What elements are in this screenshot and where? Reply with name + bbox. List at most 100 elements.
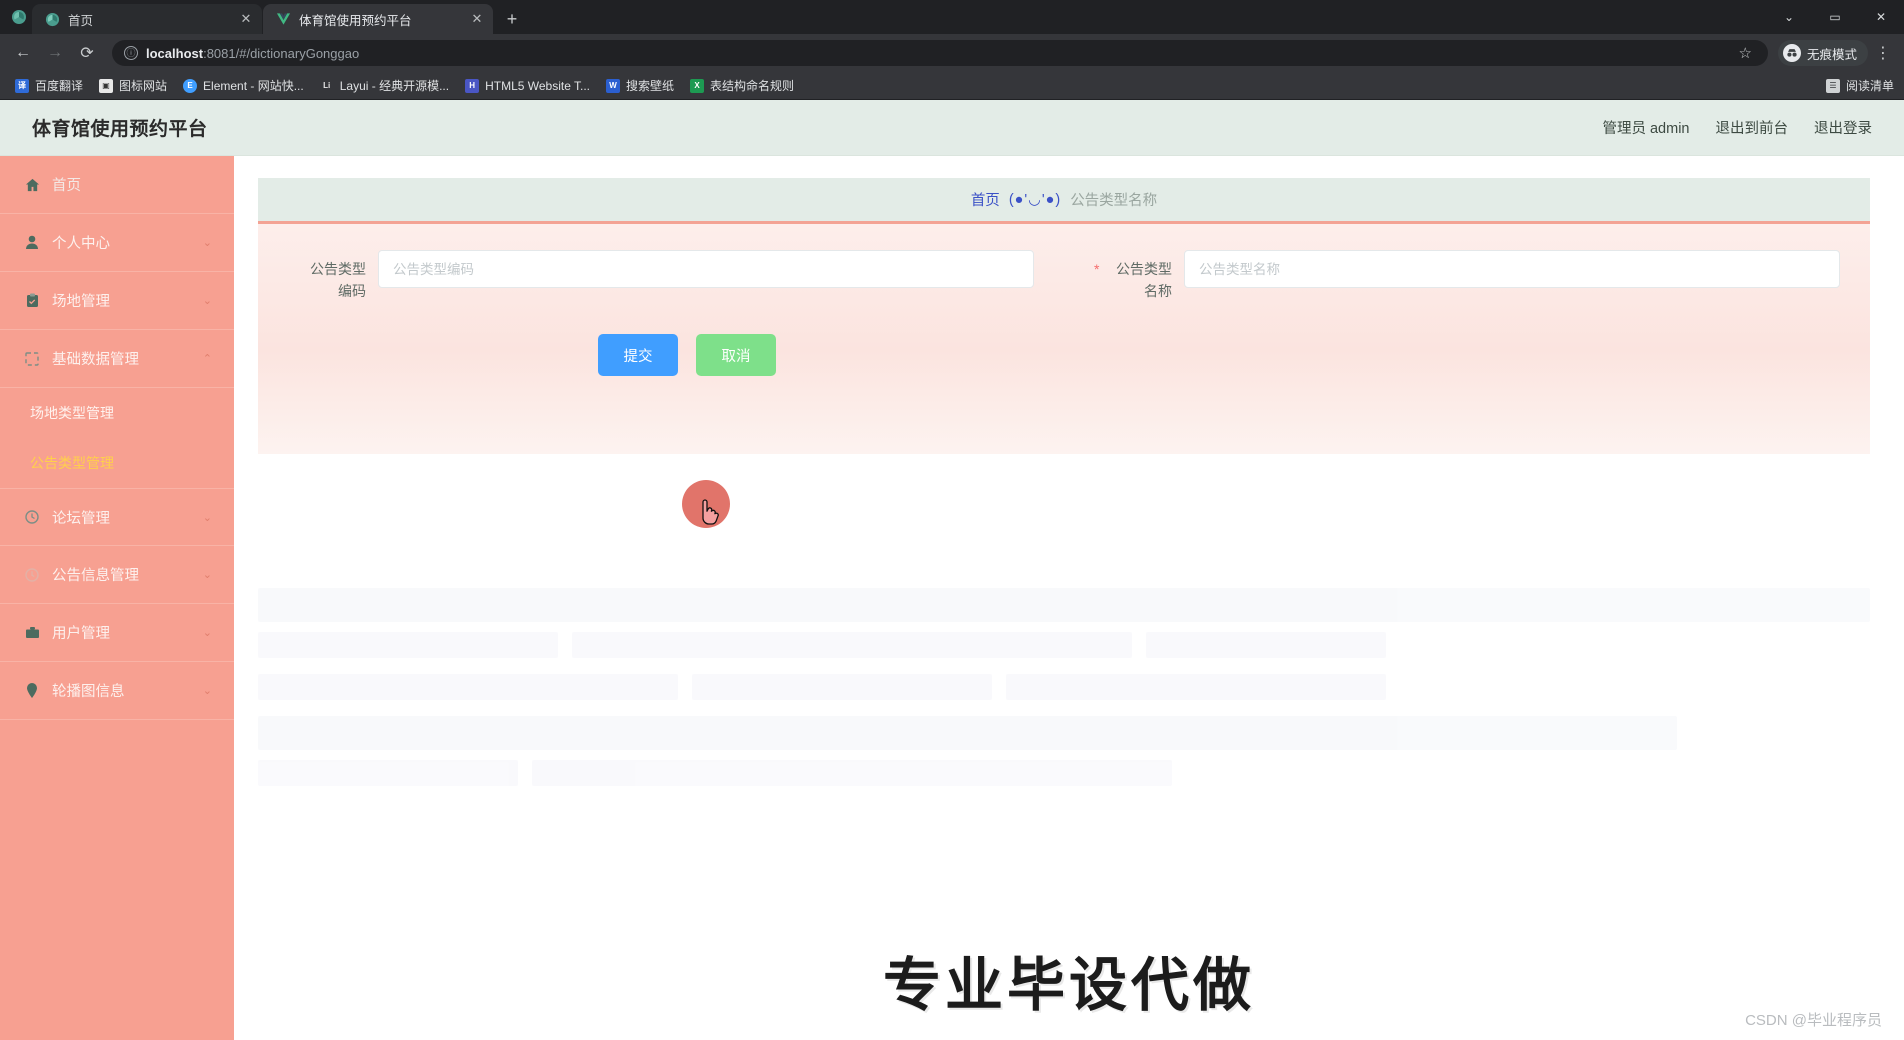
goto-frontend-link[interactable]: 退出到前台	[1716, 117, 1789, 138]
bookmark-label: 百度翻译	[35, 79, 84, 93]
sidebar-item-label: 轮播图信息	[52, 684, 125, 700]
browser-logo-icon	[6, 0, 32, 34]
bookmark-item[interactable]: W 搜索壁纸	[599, 74, 681, 97]
announcement-type-name-input[interactable]	[1184, 250, 1840, 288]
form-label-code-line1: 公告类型	[310, 261, 366, 277]
database-icon	[22, 351, 42, 366]
form-label-name-line2: 名称	[1144, 283, 1172, 299]
new-tab-button[interactable]: +	[498, 5, 526, 33]
form-label-name: * 公告类型 名称	[1092, 250, 1184, 302]
bookmark-favicon-icon: 译	[15, 78, 29, 93]
sidebar-item-carousel-info[interactable]: 轮播图信息 ⌄	[0, 662, 234, 720]
ghost-content	[258, 588, 1870, 938]
breadcrumb: 首页 (●'◡'●) 公告类型名称	[258, 178, 1870, 224]
header-actions: 管理员 admin 退出到前台 退出登录	[1602, 117, 1872, 138]
sidebar-item-user-management[interactable]: 用户管理 ⌄	[0, 604, 234, 662]
form-label-name-line1: 公告类型	[1116, 261, 1172, 277]
browser-toolbar: ← → ⟳ ⓘ localhost:8081/#/dictionaryGongg…	[0, 34, 1904, 72]
watermark-text: 专业毕设代做	[882, 951, 1255, 1019]
browser-tab-0[interactable]: 首页 ✕	[32, 4, 262, 34]
browser-tab-1[interactable]: 体育馆使用预约平台 ✕	[263, 4, 493, 34]
sidebar-item-home[interactable]: 首页	[0, 156, 234, 214]
submit-button[interactable]: 提交	[598, 334, 678, 376]
bookmark-star-icon[interactable]: ☆	[1739, 44, 1752, 62]
reading-list-label: 阅读清单	[1845, 79, 1894, 93]
mouse-cursor-icon	[700, 499, 722, 530]
admin-user-label: 管理员 admin	[1602, 121, 1690, 137]
logout-link[interactable]: 退出登录	[1814, 117, 1872, 138]
sidebar-item-forum-management[interactable]: 论坛管理 ⌄	[0, 488, 234, 546]
bookmark-favicon-icon: Li	[323, 81, 331, 90]
forward-icon[interactable]: →	[40, 38, 70, 68]
chevron-down-icon: ⌄	[202, 511, 212, 524]
sidebar-subitem-venue-type-management[interactable]: 场地类型管理	[0, 388, 234, 438]
form-item-name: * 公告类型 名称	[1064, 250, 1870, 302]
sidebar-subitem-announcement-type-management[interactable]: 公告类型管理	[0, 438, 234, 488]
required-asterisk: *	[1094, 261, 1100, 277]
sidebar-item-announcement-info-management[interactable]: 公告信息管理 ⌄	[0, 546, 234, 604]
sidebar-item-label: 个人中心	[52, 236, 110, 252]
bookmark-favicon-icon: H	[465, 78, 480, 93]
bookmark-favicon-icon: ▣	[99, 78, 114, 93]
reading-list-button[interactable]: ☰ 阅读清单	[1825, 77, 1894, 94]
bookmark-label: HTML5 Website T...	[485, 78, 591, 93]
csdn-credit: CSDN @毕业程序员	[1745, 1012, 1882, 1029]
form-row: 公告类型 编码 * 公告类型 名称	[258, 250, 1870, 302]
address-bar[interactable]: ⓘ localhost:8081/#/dictionaryGonggao ☆	[112, 40, 1768, 66]
bookmark-label: 搜索壁纸	[626, 79, 675, 93]
app-header: 体育馆使用预约平台 管理员 admin 退出到前台 退出登录	[0, 100, 1904, 156]
chevron-down-icon: ⌄	[202, 627, 212, 639]
bookmark-item[interactable]: Li Layui - 经典开源模...	[313, 74, 456, 97]
back-icon[interactable]: ←	[8, 38, 38, 68]
window-controls: ⌄ ▭ ✕	[1766, 0, 1904, 34]
form-label-code-line2: 编码	[338, 283, 366, 299]
chevron-up-icon: ⌃	[202, 353, 212, 365]
form-input-wrap	[378, 250, 1034, 288]
announcement-type-code-input[interactable]	[378, 250, 1034, 288]
cursor-highlight	[682, 480, 730, 528]
bookmark-item[interactable]: E Element - 网站快...	[176, 74, 311, 97]
chevron-down-icon: ⌄	[202, 237, 212, 249]
chrome-menu-icon[interactable]: ⋮	[1870, 43, 1896, 63]
sidebar-subitem-label: 公告类型管理	[30, 455, 114, 471]
url-host: localhost	[146, 45, 204, 61]
chevron-down-icon: ⌄	[202, 569, 212, 581]
sidebar-item-basic-data-management[interactable]: 基础数据管理 ⌃	[0, 330, 234, 388]
window-close-button[interactable]: ✕	[1858, 0, 1904, 34]
breadcrumb-home-link[interactable]: 首页	[971, 189, 1000, 210]
bookmarks-bar: 译 百度翻译 ▣ 图标网站 E Element - 网站快... Li Layu…	[0, 72, 1904, 100]
incognito-badge[interactable]: 无痕模式	[1777, 40, 1868, 66]
close-icon[interactable]: ✕	[469, 11, 485, 27]
incognito-icon	[1782, 44, 1801, 62]
sidebar-item-venue-management[interactable]: 场地管理 ⌄	[0, 272, 234, 330]
breadcrumb-separator: (●'◡'●)	[1008, 191, 1062, 208]
reload-icon[interactable]: ⟳	[72, 38, 102, 68]
tab-title: 体育馆使用预约平台	[299, 13, 412, 28]
bookmark-favicon-icon: X	[690, 78, 705, 93]
bell-icon	[22, 567, 42, 582]
bookmark-item[interactable]: X 表结构命名规则	[683, 74, 801, 97]
form-item-code: 公告类型 编码	[258, 250, 1064, 302]
sidebar-item-label: 公告信息管理	[52, 568, 139, 584]
main-content: 首页 (●'◡'●) 公告类型名称 公告类型 编码 公告类型编码 * 公告类型 …	[234, 156, 1904, 1040]
cancel-button[interactable]: 取消	[696, 334, 776, 376]
site-info-icon[interactable]: ⓘ	[124, 46, 138, 60]
vue-icon	[275, 11, 291, 27]
close-icon[interactable]: ✕	[238, 11, 254, 27]
sidebar-item-label: 用户管理	[52, 626, 110, 642]
bookmark-item[interactable]: 译 百度翻译	[8, 74, 90, 97]
chevron-down-icon: ⌄	[202, 295, 212, 307]
sidebar-item-label: 基础数据管理	[52, 352, 139, 368]
bookmark-item[interactable]: H HTML5 Website T...	[458, 76, 597, 96]
briefcase-icon	[22, 626, 42, 639]
sidebar-item-label: 首页	[52, 178, 81, 194]
maximize-button[interactable]: ▭	[1812, 0, 1858, 34]
sidebar-item-label: 论坛管理	[52, 510, 110, 527]
sidebar: 首页 个人中心 ⌄ 场地管理 ⌄ 基础数据管理 ⌃ 场地类型管理 公告类型管理 …	[0, 156, 234, 1040]
url-text: localhost:8081/#/dictionaryGonggao	[146, 46, 359, 61]
minimize-button[interactable]: ⌄	[1766, 0, 1812, 34]
clock-icon	[22, 510, 42, 524]
bookmark-item[interactable]: ▣ 图标网站	[92, 74, 174, 97]
url-path: :8081/#/dictionaryGonggao	[203, 45, 360, 61]
sidebar-item-personal-center[interactable]: 个人中心 ⌄	[0, 214, 234, 272]
